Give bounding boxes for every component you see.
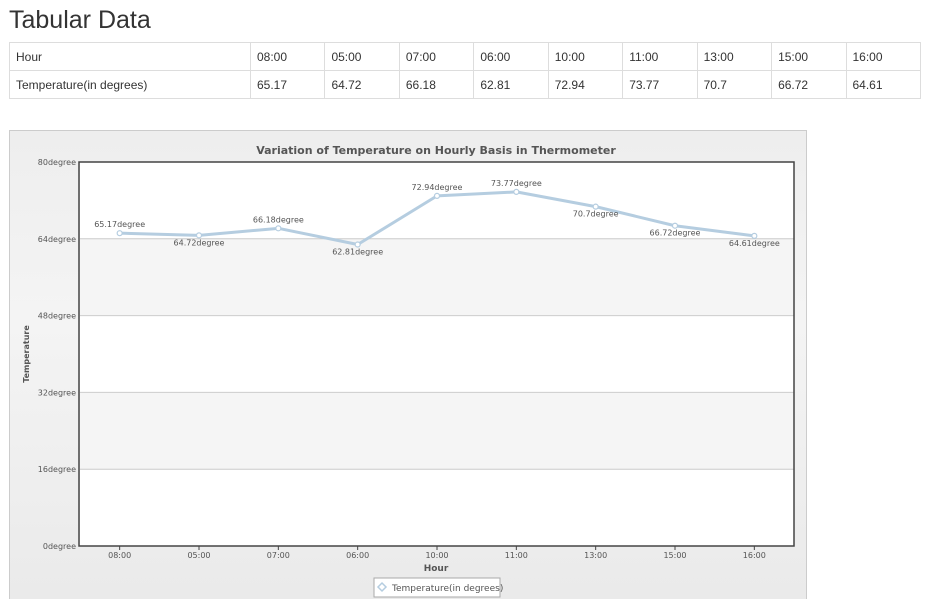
table-cell: 66.18 <box>398 70 475 99</box>
data-label: 72.94degree <box>412 183 463 192</box>
data-label: 66.18degree <box>253 215 304 224</box>
y-tick-label: 32degree <box>38 388 76 397</box>
row-header-cell: Temperature(in degrees) <box>9 70 251 99</box>
y-tick-label: 64degree <box>38 235 76 244</box>
data-label: 73.77degree <box>491 179 542 188</box>
plot-background <box>80 162 794 546</box>
x-tick-label: 05:00 <box>187 551 210 560</box>
x-tick-label: 11:00 <box>505 551 528 560</box>
page-title: Tabular Data <box>9 6 151 34</box>
data-label: 64.72degree <box>174 238 225 247</box>
data-point[interactable] <box>513 188 520 196</box>
y-axis-label: Temperature <box>22 325 31 383</box>
data-point[interactable] <box>592 203 599 210</box>
table-cell: 66.72 <box>771 70 847 99</box>
data-point[interactable] <box>116 230 123 237</box>
table-cell: 15:00 <box>771 42 847 71</box>
table-cell: 08:00 <box>249 42 326 71</box>
data-label: 64.61degree <box>729 239 780 248</box>
table-cell: 07:00 <box>398 42 475 71</box>
data-point[interactable] <box>354 241 361 248</box>
table-cell: 05:00 <box>324 42 400 71</box>
x-tick-label: 06:00 <box>346 551 369 560</box>
table-cell: 13:00 <box>696 42 773 71</box>
data-point[interactable] <box>751 232 758 239</box>
table-row: Hour 08:00 05:00 07:00 06:00 10:00 11:00 13:00 1… <box>9 42 921 71</box>
table-cell: 10:00 <box>547 42 624 71</box>
temperature-line-chart: 0degree 16degree 32degree 48degree 64degree 8… <box>22 144 795 598</box>
data-label: 62.81degree <box>332 248 383 257</box>
x-tick-label: 13:00 <box>584 551 607 560</box>
table-cell: 70.7 <box>696 70 773 99</box>
table-cell: 11:00 <box>622 42 698 71</box>
table-cell: 64.72 <box>324 70 400 99</box>
tabular-data-table: Hour 08:00 05:00 07:00 06:00 10:00 11:00 13:00 1… <box>9 42 921 99</box>
x-tick-label: 15:00 <box>663 551 686 560</box>
table-row: Temperature(in degrees) 65.17 64.72 66.18 62… <box>9 70 921 99</box>
chart-panel: 0degree 16degree 32degree 48degree 64degree 8… <box>9 130 807 599</box>
data-point[interactable] <box>195 232 203 239</box>
chart-title: Variation of Temperature on Hourly Basis… <box>256 144 616 157</box>
y-tick-label: 0degree <box>43 542 76 551</box>
data-label: 70.7degree <box>573 210 619 219</box>
table-cell: 06:00 <box>473 42 549 71</box>
data-label: 65.17degree <box>94 220 145 229</box>
x-tick-label: 10:00 <box>425 551 448 560</box>
data-point[interactable] <box>671 222 679 229</box>
data-point[interactable] <box>433 192 441 199</box>
legend-label[interactable]: Temperature(in degrees) <box>391 584 503 594</box>
x-tick-label: 08:00 <box>108 551 131 560</box>
data-point[interactable] <box>275 225 282 232</box>
y-tick-label: 16degree <box>38 465 76 474</box>
y-tick-label: 48degree <box>38 312 76 321</box>
data-label: 66.72degree <box>650 229 701 238</box>
table-cell: 65.17 <box>249 70 326 99</box>
table-cell: 16:00 <box>845 42 921 71</box>
table-cell: 73.77 <box>622 70 698 99</box>
x-tick-label: 07:00 <box>267 551 290 560</box>
x-axis-label: Hour <box>424 564 449 574</box>
grid-band <box>80 392 794 470</box>
grid-band <box>80 238 794 316</box>
legend[interactable]: Temperature(in degrees) <box>373 577 503 598</box>
table-cell: 62.81 <box>473 70 549 99</box>
table-cell: 64.61 <box>845 70 921 99</box>
table-cell: 72.94 <box>547 70 624 99</box>
x-tick-label: 16:00 <box>743 551 766 560</box>
row-header-cell: Hour <box>9 42 251 71</box>
y-tick-label: 80degree <box>38 158 76 167</box>
